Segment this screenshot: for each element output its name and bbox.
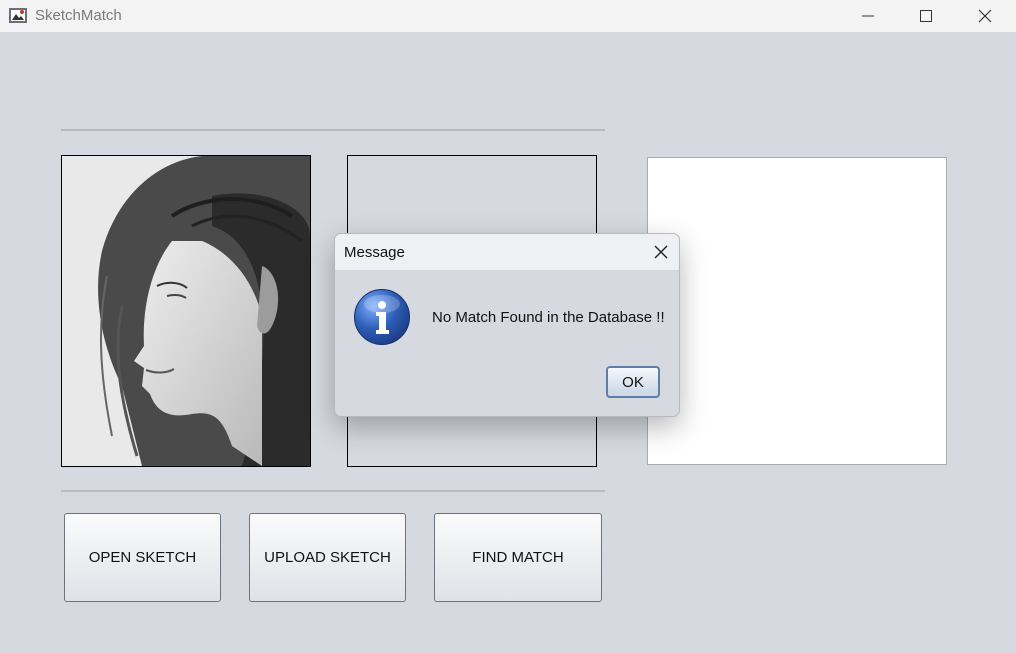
open-sketch-button[interactable]: OPEN SKETCH — [64, 513, 221, 602]
dialog-message: No Match Found in the Database !! — [432, 309, 665, 326]
window-titlebar: SketchMatch — [0, 0, 1016, 32]
info-icon — [354, 289, 410, 345]
maximize-button[interactable] — [903, 0, 949, 32]
dialog-title: Message — [344, 244, 405, 261]
minimize-icon — [862, 15, 874, 17]
maximize-icon — [920, 10, 932, 22]
minimize-button[interactable] — [845, 0, 891, 32]
ok-button[interactable]: OK — [606, 366, 660, 398]
app-icon — [9, 8, 27, 23]
close-window-button[interactable] — [962, 0, 1008, 32]
close-icon — [978, 9, 992, 23]
dialog-titlebar: Message — [335, 234, 679, 270]
bottom-separator — [61, 490, 605, 492]
top-separator — [61, 129, 605, 131]
find-match-button[interactable]: FIND MATCH — [434, 513, 602, 602]
sketch-image-panel — [61, 155, 311, 467]
match-result-panel — [647, 157, 947, 465]
dialog-close-button[interactable] — [641, 234, 679, 270]
message-dialog: Message No Match Found in the Database !… — [334, 233, 680, 417]
upload-sketch-button[interactable]: UPLOAD SKETCH — [249, 513, 406, 602]
close-icon — [654, 245, 668, 259]
window-title: SketchMatch — [35, 7, 122, 24]
sketch-portrait-image — [62, 156, 310, 466]
